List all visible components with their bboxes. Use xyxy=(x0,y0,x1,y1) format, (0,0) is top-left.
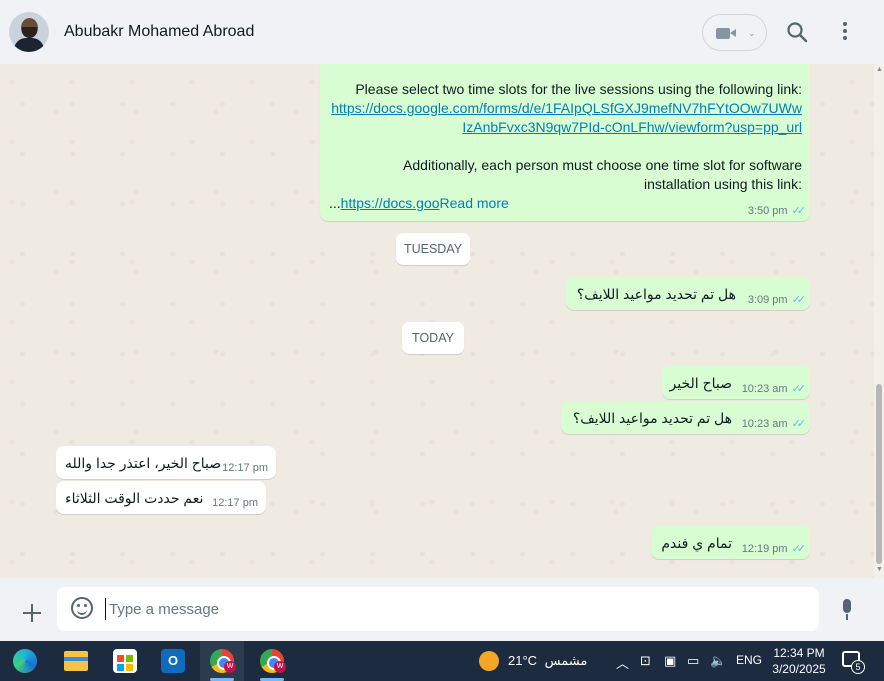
weather-widget[interactable]: 21°C مشمس xyxy=(508,653,587,669)
contact-name[interactable]: Abubakr Mohamed Abroad xyxy=(64,23,254,41)
chat-header: Abubakr Mohamed Abroad ⌄ xyxy=(0,0,884,64)
chat-area[interactable]: Please select two time slots for the liv… xyxy=(0,64,884,578)
scroll-up-arrow-icon[interactable]: ▲ xyxy=(876,66,883,73)
contact-avatar[interactable] xyxy=(9,12,49,52)
message-bubble-outgoing[interactable]: تمام ي فندم 12:19 pm ✓✓ xyxy=(651,526,810,559)
tray-app-icon[interactable]: ⊡ xyxy=(640,653,651,669)
show-hidden-icons-chevron-icon[interactable]: ︿ xyxy=(616,653,629,672)
date-separator: TUESDAY xyxy=(396,233,470,265)
profile-badge: W xyxy=(224,661,236,673)
message-input[interactable] xyxy=(105,598,705,620)
message-bubble-outgoing[interactable]: صباح الخير 10:23 am ✓✓ xyxy=(662,366,810,399)
message-text: صباح الخير، اعتذر جدا والله xyxy=(65,455,222,471)
message-time: 12:19 pm xyxy=(741,543,788,555)
file-explorer-icon[interactable] xyxy=(64,651,88,671)
message-text: Additionally, each person must choose on… xyxy=(403,157,802,173)
scroll-down-arrow-icon[interactable]: ▼ xyxy=(876,566,883,573)
message-text: نعم حددت الوقت الثلاثاء xyxy=(65,490,204,506)
message-text: هل تم تحديد مواعيد اللايف؟ xyxy=(576,286,736,302)
message-meta: 10:23 am ✓✓ xyxy=(741,382,807,395)
message-time: 12:17 pm xyxy=(222,462,268,474)
read-ticks-icon: ✓✓ xyxy=(791,383,807,395)
message-meta: 12:19 pm ✓✓ xyxy=(741,542,807,555)
microsoft-store-icon[interactable] xyxy=(113,649,137,673)
weather-condition: مشمس xyxy=(544,653,588,668)
weather-temperature: 21°C xyxy=(508,653,538,668)
read-ticks-icon: ✓✓ xyxy=(791,205,807,217)
chat-scrollbar[interactable]: ▲ ▼ xyxy=(874,64,884,578)
date-separator: TODAY xyxy=(402,322,464,354)
composer-bar xyxy=(0,578,884,641)
search-icon[interactable] xyxy=(786,21,808,43)
message-bubble-outgoing[interactable]: هل تم تحديد مواعيد اللايف؟ 3:09 pm ✓✓ xyxy=(566,277,810,310)
message-bubble-incoming[interactable]: صباح الخير، اعتذر جدا والله 12:17 pm xyxy=(56,446,276,479)
windows-taskbar: O W W 21°C مشمس ︿ ⊡ ▣ ▭ 🔈 ENG 12:34 PM 3… xyxy=(0,641,884,681)
message-text: صباح الخير xyxy=(669,375,732,391)
edge-browser-icon[interactable] xyxy=(13,649,37,673)
outlook-icon[interactable]: O xyxy=(161,649,185,673)
read-ticks-icon: ✓✓ xyxy=(791,543,807,555)
microphone-icon[interactable] xyxy=(841,599,853,621)
chrome-icon: W xyxy=(210,649,236,673)
chevron-down-icon: ⌄ xyxy=(748,28,756,38)
emoji-sticker-icon[interactable] xyxy=(71,597,93,619)
ellipsis: ... xyxy=(329,195,341,211)
volume-icon[interactable]: 🔈 xyxy=(710,653,726,669)
read-more-link[interactable]: Read more xyxy=(440,195,509,211)
message-time: 3:50 pm xyxy=(747,205,788,217)
taskbar-chrome-app[interactable]: W xyxy=(250,641,294,681)
weather-sun-icon[interactable] xyxy=(479,651,499,671)
taskbar-chrome-app-active[interactable]: W xyxy=(200,641,244,681)
message-input-box[interactable] xyxy=(57,587,819,631)
clock-time: 12:34 PM xyxy=(773,646,825,660)
message-link[interactable]: https://docs.google.com/forms/d/e/1FAIpQ… xyxy=(331,100,802,116)
message-time: 10:23 am xyxy=(741,383,788,395)
message-bubble-outgoing[interactable]: Please select two time slots for the liv… xyxy=(320,64,810,221)
notification-count-badge: 5 xyxy=(851,660,865,674)
video-camera-icon xyxy=(716,28,730,39)
tray-network-app-icon[interactable]: ▣ xyxy=(664,653,676,669)
scroll-thumb[interactable] xyxy=(876,384,882,564)
video-call-button[interactable]: ⌄ xyxy=(702,14,767,51)
message-bubble-incoming[interactable]: نعم حددت الوقت الثلاثاء 12:17 pm xyxy=(56,481,266,514)
read-ticks-icon: ✓✓ xyxy=(791,418,807,430)
message-text: تمام ي فندم xyxy=(661,535,732,551)
clock-date: 3/20/2025 xyxy=(772,662,826,676)
display-icon[interactable]: ▭ xyxy=(687,653,699,669)
system-clock[interactable]: 12:34 PM 3/20/2025 xyxy=(768,645,830,677)
message-time: 10:23 am xyxy=(741,418,788,430)
read-ticks-icon: ✓✓ xyxy=(791,294,807,306)
message-bubble-outgoing[interactable]: هل تم تحديد مواعيد اللايف؟ 10:23 am ✓✓ xyxy=(561,401,810,434)
input-language[interactable]: ENG xyxy=(736,653,762,667)
message-link[interactable]: IzAnbFvxc3N9qw7PId-cOnLFhw/viewform?usp=… xyxy=(462,119,802,135)
more-options-icon[interactable] xyxy=(843,22,851,44)
message-time: 3:09 pm xyxy=(747,294,788,306)
message-text: هل تم تحديد مواعيد اللايف؟ xyxy=(572,410,732,426)
message-text: installation using this link: xyxy=(644,176,802,192)
profile-badge: W xyxy=(274,661,286,673)
message-time: 12:17 pm xyxy=(212,497,258,509)
message-meta: 3:09 pm ✓✓ xyxy=(747,293,807,306)
chrome-icon: W xyxy=(260,649,286,673)
message-text: Please select two time slots for the liv… xyxy=(355,81,802,97)
message-link[interactable]: https://docs.goo xyxy=(341,195,440,211)
message-meta: 10:23 am ✓✓ xyxy=(741,417,807,430)
attach-plus-icon[interactable] xyxy=(22,603,42,623)
message-meta: 3:50 pm ✓✓ xyxy=(747,204,807,217)
